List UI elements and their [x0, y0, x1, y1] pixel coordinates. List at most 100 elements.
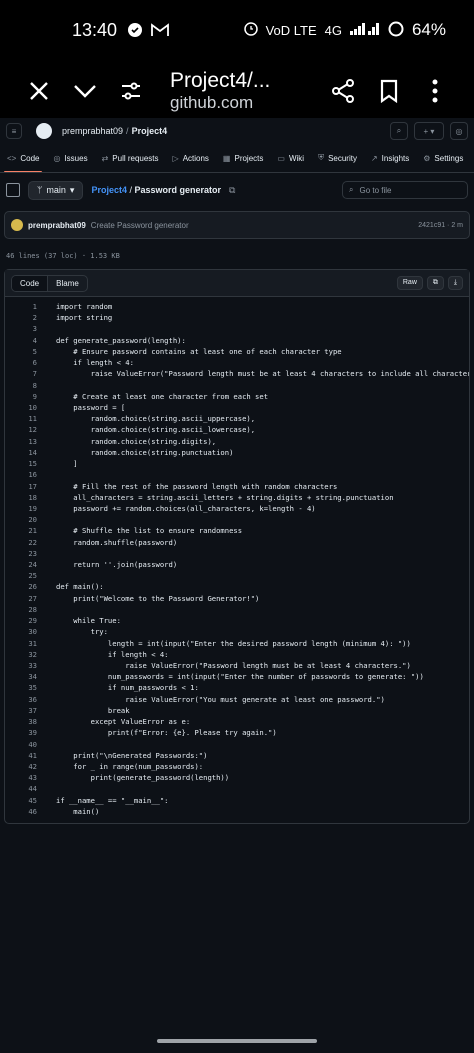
- line-content: break: [56, 705, 130, 715]
- tab-code[interactable]: <> Code: [0, 144, 46, 172]
- download-icon[interactable]: ⤓: [447, 276, 463, 290]
- issues-icon[interactable]: ◎: [450, 122, 468, 140]
- tab-issues[interactable]: ◎ Issues: [46, 144, 94, 172]
- line-content: all_characters = string.ascii_letters + …: [56, 492, 394, 502]
- commit-author[interactable]: premprabhat09: [28, 221, 86, 230]
- line-number[interactable]: 30: [5, 626, 56, 637]
- line-number[interactable]: 1: [5, 301, 56, 312]
- breadcrumb: premprabhat09/Project4: [62, 126, 168, 136]
- line-number[interactable]: 32: [5, 649, 56, 660]
- tab-insights[interactable]: ↗ Insights: [364, 144, 416, 172]
- line-number[interactable]: 20: [5, 514, 56, 525]
- raw-button[interactable]: Raw: [396, 276, 423, 290]
- line-number[interactable]: 46: [5, 806, 56, 817]
- line-number[interactable]: 24: [5, 559, 56, 570]
- status-time: 13:40: [72, 19, 118, 40]
- line-number[interactable]: 42: [5, 761, 56, 772]
- line-number[interactable]: 34: [5, 671, 56, 682]
- line-number[interactable]: 7: [5, 368, 56, 379]
- line-number[interactable]: 14: [5, 447, 56, 458]
- share-icon[interactable]: [320, 68, 366, 114]
- line-number[interactable]: 11: [5, 413, 56, 424]
- line-number[interactable]: 27: [5, 593, 56, 604]
- line-number[interactable]: 29: [5, 615, 56, 626]
- code-line: 34 num_passwords = int(input("Enter the …: [5, 671, 469, 682]
- line-number[interactable]: 39: [5, 727, 56, 738]
- line-number[interactable]: 6: [5, 357, 56, 368]
- line-number[interactable]: 19: [5, 503, 56, 514]
- battery-level: 64%: [411, 20, 446, 39]
- line-number[interactable]: 37: [5, 705, 56, 716]
- gmail-icon: [151, 23, 169, 37]
- code-line: 11 random.choice(string.ascii_uppercase)…: [5, 413, 469, 424]
- breadcrumb-owner[interactable]: premprabhat09: [62, 126, 123, 136]
- line-number[interactable]: 13: [5, 436, 56, 447]
- tab-security[interactable]: ⛨ Security: [311, 144, 364, 172]
- blame-view-button[interactable]: Blame: [48, 276, 87, 291]
- line-number[interactable]: 10: [5, 402, 56, 413]
- line-number[interactable]: 22: [5, 537, 56, 548]
- line-number[interactable]: 9: [5, 391, 56, 402]
- line-number[interactable]: 12: [5, 424, 56, 435]
- line-number[interactable]: 16: [5, 469, 56, 480]
- line-number[interactable]: 25: [5, 570, 56, 581]
- commit-meta[interactable]: 2421c91 · 2 m: [418, 222, 463, 229]
- line-number[interactable]: 23: [5, 548, 56, 559]
- line-number[interactable]: 44: [5, 783, 56, 794]
- browser-title[interactable]: Project4/... github.com: [154, 69, 320, 113]
- line-number[interactable]: 45: [5, 795, 56, 806]
- copy-icon[interactable]: ⧉: [426, 276, 444, 290]
- line-number[interactable]: 17: [5, 481, 56, 492]
- line-number[interactable]: 21: [5, 525, 56, 536]
- line-number[interactable]: 35: [5, 682, 56, 693]
- bookmark-icon[interactable]: [366, 68, 412, 114]
- more-options-icon[interactable]: [412, 68, 458, 114]
- line-number[interactable]: 28: [5, 604, 56, 615]
- file-path: Project4 / Password generator: [91, 185, 222, 195]
- tab-wiki[interactable]: ▭ Wiki: [270, 144, 311, 172]
- line-number[interactable]: 3: [5, 323, 56, 334]
- line-number[interactable]: 4: [5, 335, 56, 346]
- line-number[interactable]: 15: [5, 458, 56, 469]
- github-logo-icon[interactable]: [36, 123, 52, 139]
- line-number[interactable]: 33: [5, 660, 56, 671]
- file-tree-toggle-icon[interactable]: [6, 183, 20, 197]
- line-number[interactable]: 5: [5, 346, 56, 357]
- search-icon[interactable]: ⌕: [390, 122, 408, 140]
- line-number[interactable]: 31: [5, 638, 56, 649]
- commit-message[interactable]: Create Password generator: [91, 221, 189, 230]
- line-content: random.choice(string.ascii_lowercase),: [56, 425, 256, 435]
- avatar[interactable]: [11, 219, 23, 231]
- line-number[interactable]: 26: [5, 581, 56, 592]
- breadcrumb-repo[interactable]: Project4: [132, 126, 168, 136]
- line-number[interactable]: 40: [5, 739, 56, 750]
- close-icon[interactable]: [16, 68, 62, 114]
- line-number[interactable]: 36: [5, 694, 56, 705]
- line-number[interactable]: 18: [5, 492, 56, 503]
- code-viewer-header: Code Blame Raw ⧉ ⤓: [5, 270, 469, 297]
- line-number[interactable]: 38: [5, 716, 56, 727]
- branch-selector[interactable]: ᛘ main ▾: [28, 180, 84, 200]
- code-view-button[interactable]: Code: [12, 275, 49, 291]
- gesture-nav-bar[interactable]: [157, 1039, 317, 1043]
- network-label: VoD LTE: [265, 22, 317, 38]
- file-path-repo[interactable]: Project4: [91, 185, 127, 195]
- tab-projects[interactable]: ▦ Projects: [216, 144, 270, 172]
- site-settings-icon[interactable]: [108, 68, 154, 114]
- tab-icon: ⚙: [423, 153, 431, 163]
- tab-pull-requests[interactable]: ⇄ Pull requests: [95, 144, 166, 172]
- menu-icon[interactable]: ≡: [6, 123, 22, 139]
- line-number[interactable]: 2: [5, 312, 56, 323]
- line-number[interactable]: 41: [5, 750, 56, 761]
- go-to-file-input[interactable]: ⌕ Go to file: [342, 181, 468, 199]
- tab-icon: ▦: [222, 153, 231, 163]
- code-line: 25: [5, 570, 469, 581]
- line-number[interactable]: 8: [5, 380, 56, 391]
- tab-settings[interactable]: ⚙ Settings: [416, 144, 470, 172]
- line-number[interactable]: 43: [5, 772, 56, 783]
- tab-actions[interactable]: ▷ Actions: [166, 144, 216, 172]
- branch-icon: ᛘ: [37, 185, 43, 195]
- create-new-icon[interactable]: + ▾: [414, 122, 444, 140]
- copy-path-icon[interactable]: ⧉: [229, 185, 235, 196]
- chevron-down-icon[interactable]: [62, 68, 108, 114]
